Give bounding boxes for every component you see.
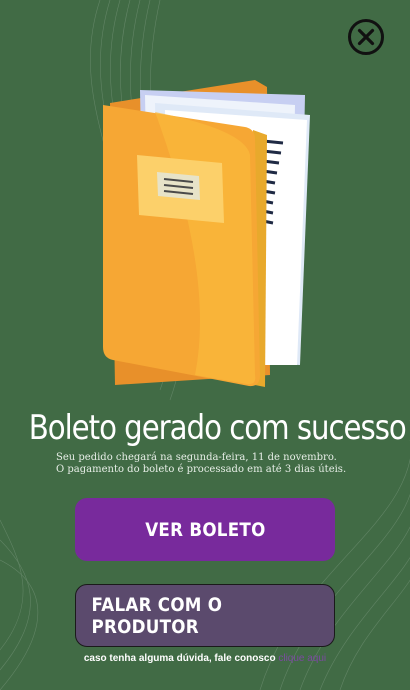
view-boleto-button[interactable]: VER BOLETO [75, 498, 335, 561]
delivery-info-text: Seu pedido chegará na segunda-feira, 11 … [56, 452, 337, 463]
close-circle-icon [348, 19, 384, 55]
success-headline: Boleto gerado com sucesso! [28, 408, 410, 448]
help-link[interactable]: clique aqui [278, 653, 326, 664]
folder-documents-illustration [103, 80, 310, 387]
payment-info-text: O pagamento do boleto é processado em at… [56, 464, 347, 475]
contact-producer-label: FALAR COM O PRODUTOR [91, 593, 223, 638]
close-button[interactable] [347, 18, 385, 56]
help-text: caso tenha alguma dúvida, fale conosco [83, 653, 276, 664]
contact-producer-button[interactable]: FALAR COM O PRODUTOR [75, 584, 335, 647]
view-boleto-label: VER BOLETO [144, 518, 266, 541]
order-info: Seu pedido chegará na segunda-feira, 11 … [56, 452, 376, 476]
help-footer: caso tenha alguma dúvida, fale conosco c… [0, 653, 410, 664]
